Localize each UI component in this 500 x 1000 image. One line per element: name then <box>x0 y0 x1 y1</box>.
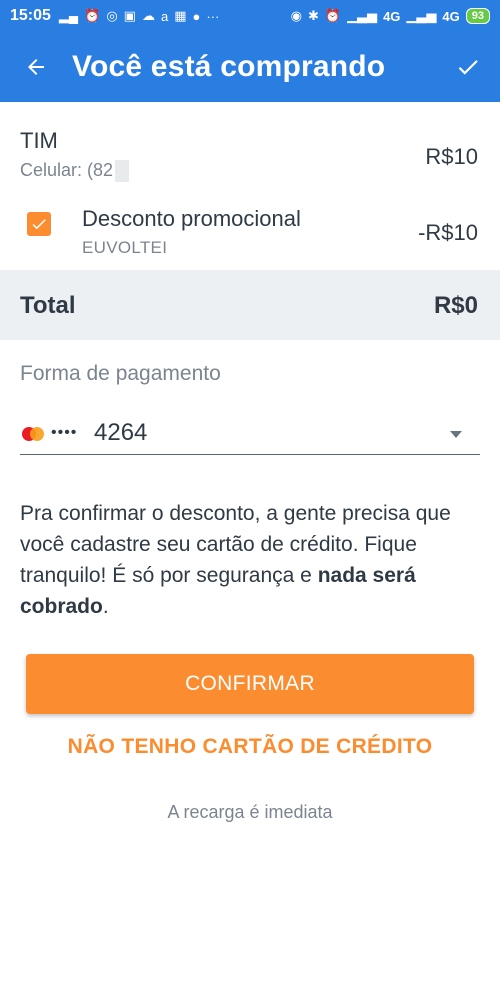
arrow-left-icon <box>28 59 44 75</box>
status-bar: 15:05 ▂▄ ⏰ ◎ ▣ ☁ a ▦ ● ··· ◉ ✱ ⏰ ▁▃▅ 4G … <box>0 0 500 32</box>
more-dots-icon: ··· <box>206 8 220 24</box>
status-time: 15:05 <box>10 7 51 24</box>
battery-icon: 93 <box>465 8 490 24</box>
cloud-icon: ☁ <box>141 8 155 23</box>
page-title: Você está comprando <box>72 50 386 83</box>
notification-icon: ▣ <box>123 8 136 23</box>
checkmark-icon <box>32 219 46 230</box>
status-right: ◉ ✱ ⏰ ▁▃▅ 4G ▁▃▅ 4G 93 <box>291 8 490 24</box>
total-bar: Total R$0 <box>0 270 500 340</box>
qr-icon: ▦ <box>174 8 187 23</box>
back-button[interactable] <box>0 55 72 79</box>
phone-number: Celular: (82 <box>20 160 130 183</box>
discount-code: EUVOLTEI <box>82 238 168 257</box>
info-end: . <box>102 595 109 618</box>
card-mask: •••• <box>51 424 78 441</box>
payment-label: Forma de pagamento <box>20 362 221 385</box>
discount-price: -R$10 <box>418 220 478 245</box>
status-left-icons: ▂▄ ⏰ ◎ ▣ ☁ a ▦ ● ··· <box>59 8 219 24</box>
phone-text: Celular: (82 <box>20 160 114 180</box>
signal-icon: ▁▃▅ <box>347 8 378 23</box>
confirm-check-button[interactable] <box>436 54 500 80</box>
bluetooth-icon: ✱ <box>307 8 319 23</box>
amazon-icon: a <box>160 8 169 24</box>
total-label: Total <box>20 292 76 319</box>
whatsapp-icon: ◎ <box>106 8 118 23</box>
phone-redacted <box>115 160 130 183</box>
signal-icon-2: ▁▃▅ <box>406 8 437 23</box>
mastercard-icon <box>22 427 44 441</box>
network-label-1: 4G <box>383 8 401 24</box>
operator-name: TIM <box>20 128 58 153</box>
app-icon: ● <box>192 8 201 24</box>
dropdown-caret-icon <box>450 431 462 438</box>
app-bar: Você está comprando <box>0 32 500 102</box>
network-label-2: 4G <box>442 8 460 24</box>
total-value: R$0 <box>433 292 478 319</box>
alarm-icon: ⏰ <box>84 8 101 23</box>
info-message: Pra confirmar o desconto, a gente precis… <box>20 498 480 622</box>
operator-row: TIM Celular: (82 R$10 <box>0 122 500 192</box>
chart-icon: ▂▄ <box>58 8 79 23</box>
discount-checkbox[interactable] <box>27 212 51 236</box>
alarm-right-icon: ⏰ <box>324 8 342 23</box>
payment-method-select[interactable]: •••• 4264 <box>20 413 480 455</box>
confirm-button[interactable]: CONFIRMAR <box>26 654 474 714</box>
check-icon <box>458 60 478 75</box>
card-last4: 4264 <box>94 419 148 446</box>
hotspot-icon: ◉ <box>290 8 302 23</box>
discount-row: Desconto promocional EUVOLTEI -R$10 <box>0 200 500 264</box>
operator-price: R$10 <box>425 144 478 169</box>
discount-label: Desconto promocional <box>82 206 301 231</box>
recharge-note: A recarga é imediata <box>167 802 333 822</box>
no-card-button[interactable]: NÃO TENHO CARTÃO DE CRÉDITO <box>0 735 500 759</box>
